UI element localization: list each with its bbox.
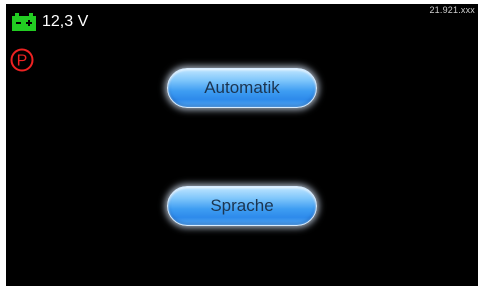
svg-text:P: P [17,53,28,70]
version-label: 21.921.xxx [429,5,475,15]
parking-brake-icon: P [10,48,34,72]
automatik-button-label: Automatik [204,78,280,97]
sprache-button-label: Sprache [210,196,274,215]
automatik-button[interactable]: Automatik [167,68,317,108]
battery-icon [12,13,36,31]
display-screen: 21.921.xxx 12,3 V P Automatik Sprache [6,4,478,286]
voltage-readout: 12,3 V [42,13,89,30]
sprache-button[interactable]: Sprache [167,186,317,226]
battery-status: 12,3 V [12,12,88,32]
